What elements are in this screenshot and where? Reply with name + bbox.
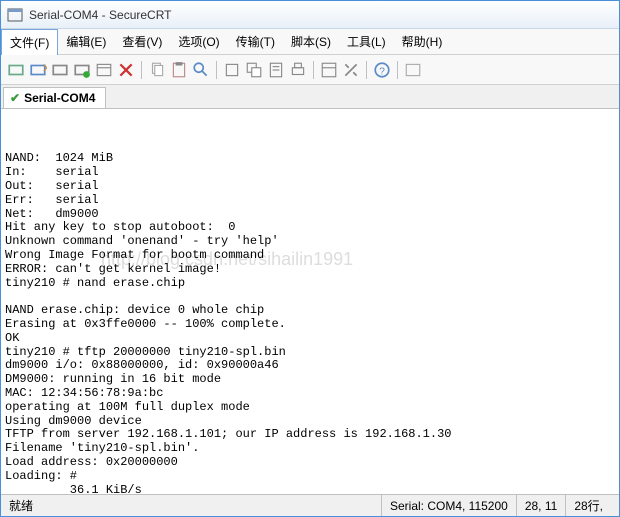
check-icon: ✔: [10, 91, 20, 105]
status-connection: Serial: COM4, 115200: [381, 495, 516, 516]
toolbar-separator: [366, 61, 367, 79]
toolbar-separator: [141, 61, 142, 79]
toolbar-separator: [397, 61, 398, 79]
window-title: Serial-COM4 - SecureCRT: [29, 8, 171, 22]
terminal[interactable]: http://blog.csdn.net/sihailin1991 NAND: …: [1, 109, 619, 494]
disconnect-icon[interactable]: [73, 61, 91, 79]
menu-transfer[interactable]: 传输(T): [228, 29, 283, 54]
titlebar: Serial-COM4 - SecureCRT: [1, 1, 619, 29]
clone-session-icon[interactable]: [245, 61, 263, 79]
settings-icon[interactable]: [342, 61, 360, 79]
paste-icon[interactable]: [170, 61, 188, 79]
toolbar: ?: [1, 55, 619, 85]
terminal-content: NAND: 1024 MiB In: serial Out: serial Er…: [5, 152, 615, 494]
copy-icon[interactable]: [148, 61, 166, 79]
menu-edit[interactable]: 编辑(E): [58, 29, 114, 54]
session-manager-icon[interactable]: [95, 61, 113, 79]
toolbar-separator: [313, 61, 314, 79]
new-session-icon[interactable]: [223, 61, 241, 79]
status-ready: 就绪: [9, 497, 381, 514]
menu-file[interactable]: 文件(F): [1, 29, 58, 55]
menu-script[interactable]: 脚本(S): [283, 29, 339, 54]
status-cursor: 28, 11: [516, 495, 565, 516]
status-extra: 28行,: [565, 495, 611, 516]
menu-help[interactable]: 帮助(H): [394, 29, 451, 54]
help-icon[interactable]: ?: [373, 61, 391, 79]
toolbar-separator: [216, 61, 217, 79]
tabbar: ✔ Serial-COM4: [1, 85, 619, 109]
app-icon: [7, 7, 23, 23]
menu-view[interactable]: 查看(V): [114, 29, 170, 54]
svg-text:?: ?: [379, 66, 385, 77]
connect-icon[interactable]: [7, 61, 25, 79]
properties-icon[interactable]: [320, 61, 338, 79]
print-icon[interactable]: [289, 61, 307, 79]
statusbar: 就绪 Serial: COM4, 115200 28, 11 28行,: [1, 494, 619, 516]
menubar: 文件(F) 编辑(E) 查看(V) 选项(O) 传输(T) 脚本(S) 工具(L…: [1, 29, 619, 55]
find-icon[interactable]: [192, 61, 210, 79]
quick-connect-icon[interactable]: [29, 61, 47, 79]
session-tab[interactable]: ✔ Serial-COM4: [3, 87, 106, 108]
options-icon[interactable]: [404, 61, 422, 79]
reconnect-icon[interactable]: [51, 61, 69, 79]
menu-tools[interactable]: 工具(L): [339, 29, 394, 54]
cancel-icon[interactable]: [117, 61, 135, 79]
tab-label: Serial-COM4: [24, 91, 95, 105]
menu-option[interactable]: 选项(O): [170, 29, 227, 54]
log-icon[interactable]: [267, 61, 285, 79]
